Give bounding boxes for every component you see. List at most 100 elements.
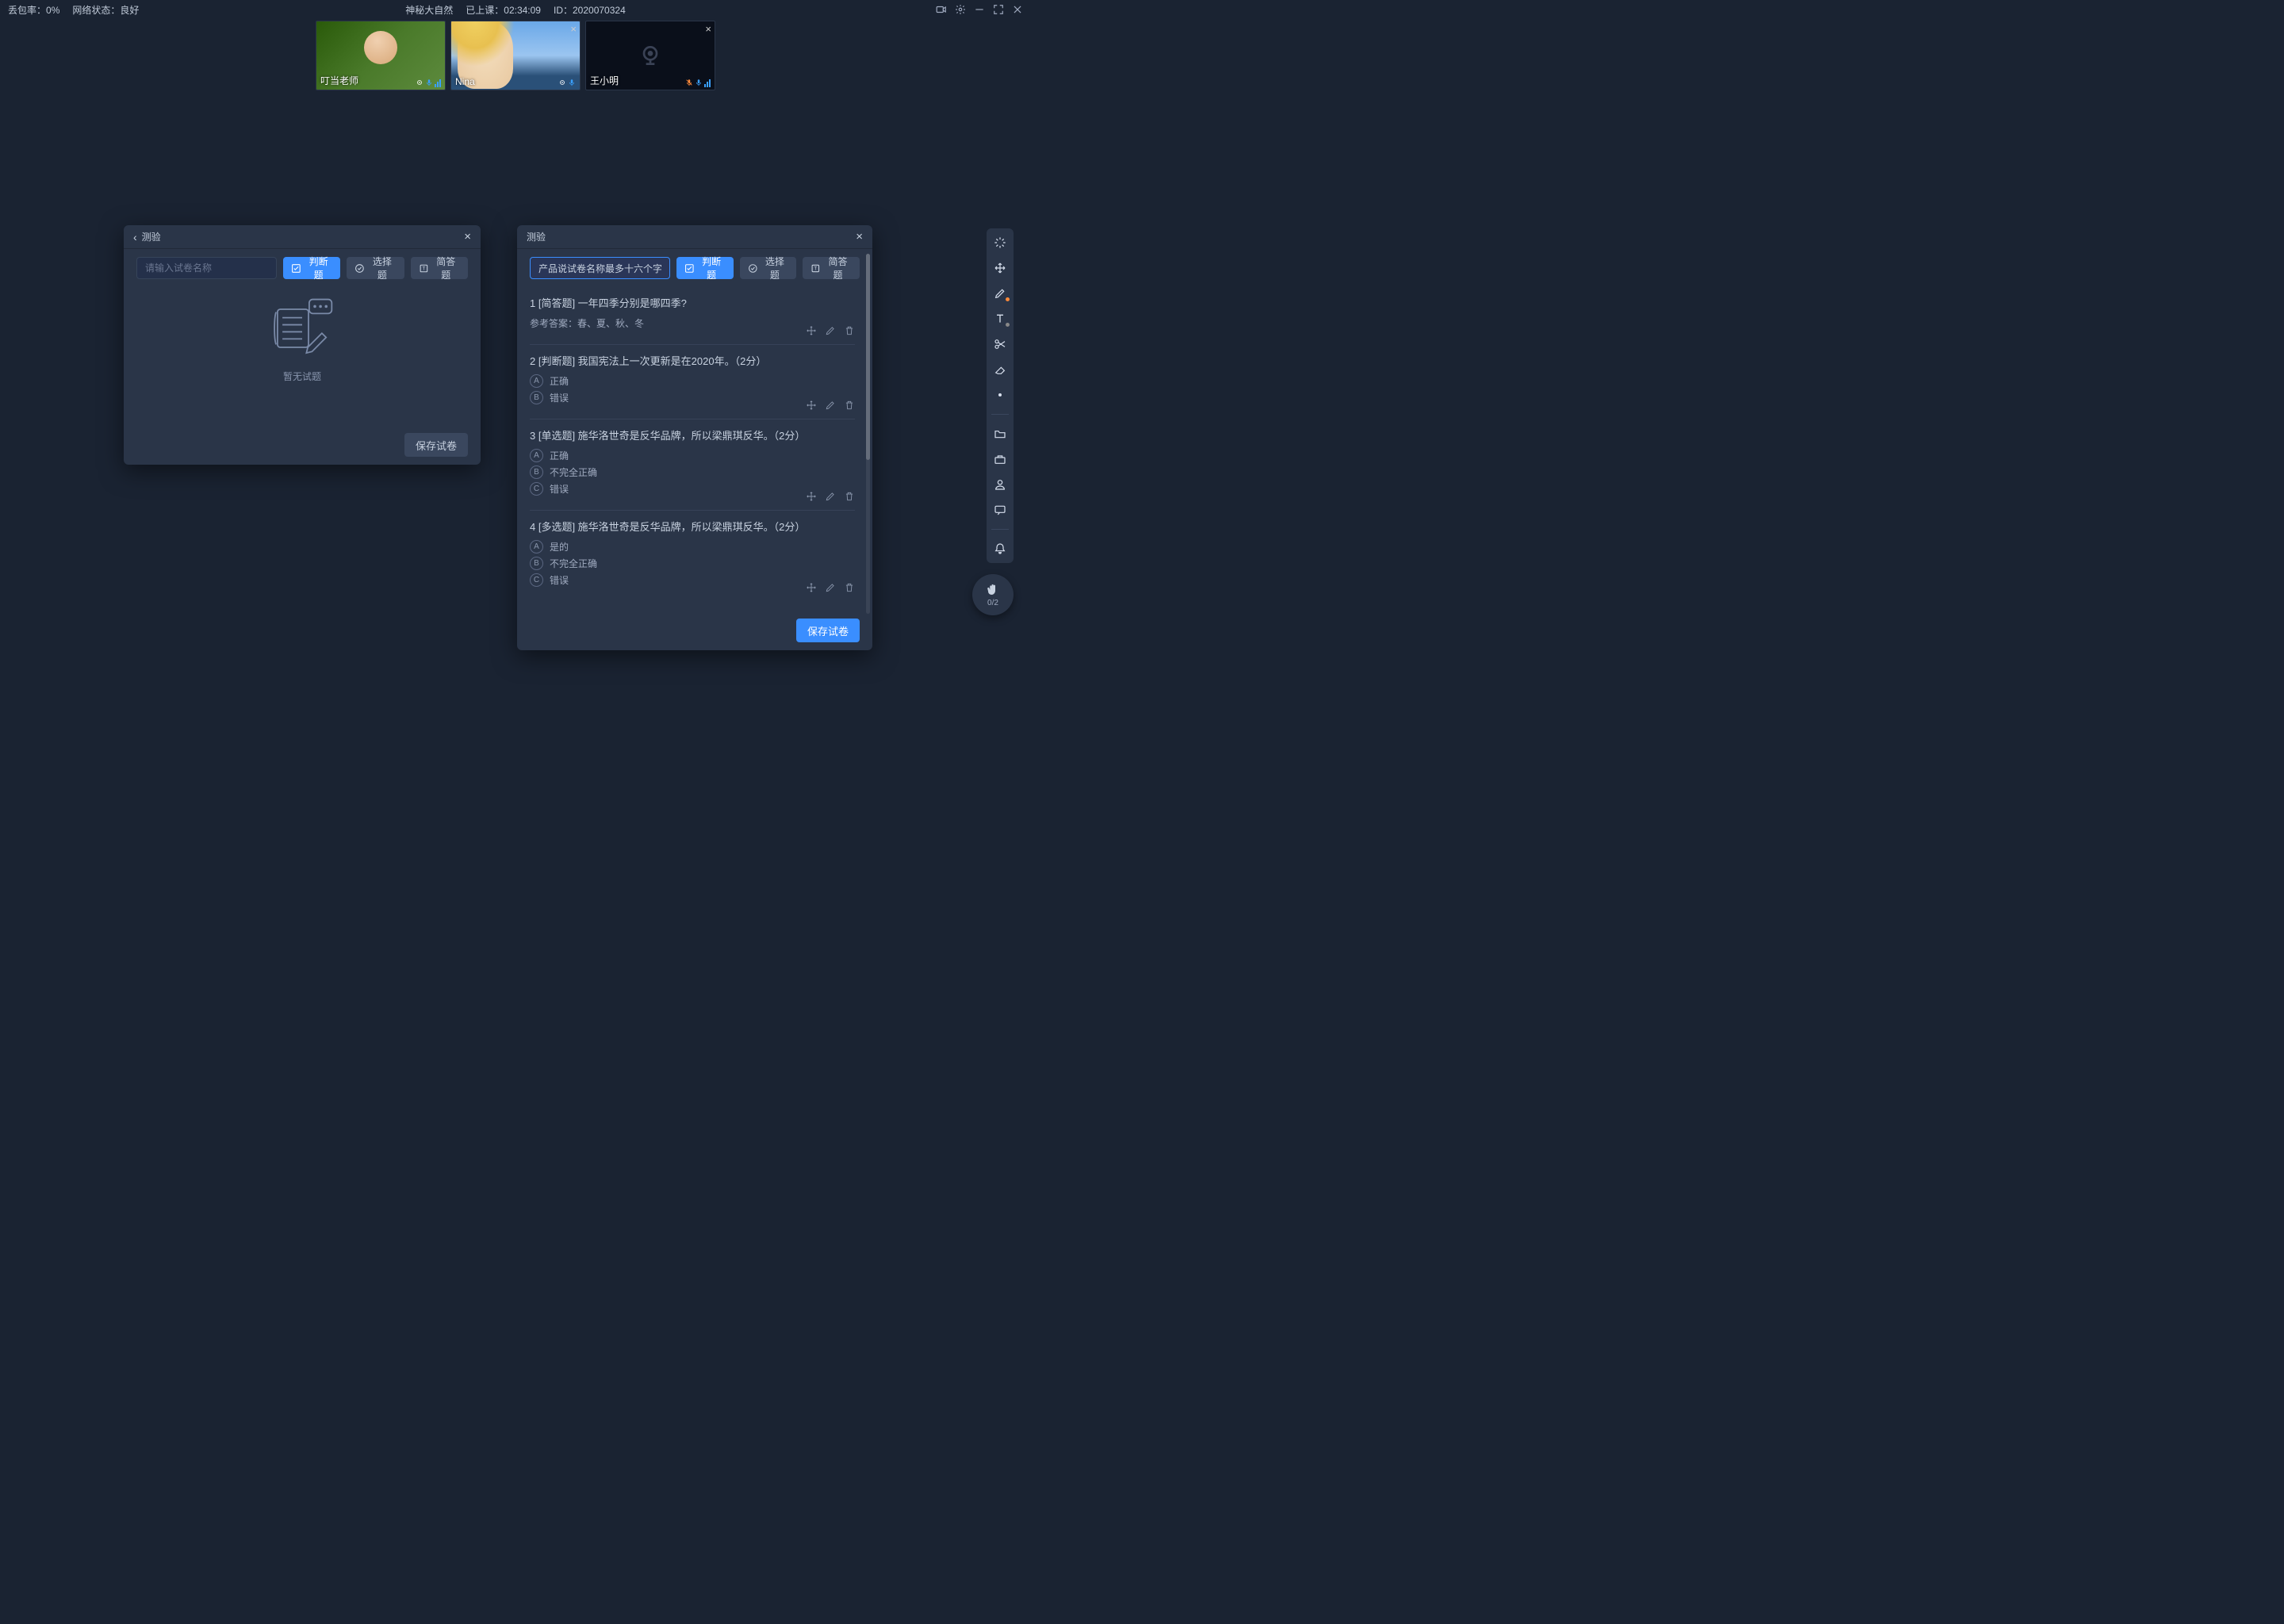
maximize-icon[interactable] (993, 4, 1004, 15)
raised-hands-badge[interactable]: 0/2 (972, 574, 1014, 615)
add-choice-button[interactable]: 选择题 (740, 257, 797, 279)
question-option[interactable]: A正确 (530, 374, 855, 388)
option-text: 错误 (550, 391, 569, 404)
delete-icon[interactable] (844, 582, 855, 593)
video-tile-teacher[interactable]: 叮当老师 (316, 21, 446, 90)
back-chevron-icon[interactable]: ‹ (133, 231, 137, 243)
question-list[interactable]: 1 [简答题] 一年四季分别是哪四季?参考答案：春、夏、秋、冬2 [判断题] 我… (530, 287, 860, 601)
option-text: 是的 (550, 540, 569, 553)
question-option[interactable]: A是的 (530, 540, 855, 553)
panel-header: 测验 × (517, 225, 872, 249)
add-judge-button[interactable]: 判断题 (283, 257, 340, 279)
tool-bell[interactable] (990, 541, 1010, 557)
video-tile-student-2[interactable]: × 王小明 (585, 21, 715, 90)
tool-folder[interactable] (990, 426, 1010, 442)
save-quiz-button[interactable]: 保存试卷 (404, 433, 468, 457)
tool-eraser[interactable] (990, 362, 1010, 377)
move-icon[interactable] (806, 400, 817, 411)
tool-text[interactable] (990, 311, 1010, 327)
empty-text: 暂无试题 (283, 370, 321, 383)
question-actions (806, 491, 855, 502)
panel-title: 测验 (142, 230, 161, 243)
svg-text:T: T (814, 266, 818, 271)
close-icon[interactable]: × (464, 230, 471, 243)
video-strip: 叮当老师 × Nina × 王小明 (0, 19, 1031, 90)
question-actions (806, 582, 855, 593)
tool-move[interactable] (990, 260, 1010, 276)
drawing-toolbar (987, 228, 1014, 563)
question-option[interactable]: B不完全正确 (530, 557, 855, 570)
option-text: 不完全正确 (550, 557, 597, 570)
delete-icon[interactable] (844, 325, 855, 336)
add-choice-button[interactable]: 选择题 (347, 257, 404, 279)
mic-muted-icon (685, 78, 693, 87)
edit-icon[interactable] (825, 582, 836, 593)
scrollbar-thumb[interactable] (866, 254, 870, 460)
tool-chat[interactable] (990, 502, 1010, 518)
network-status: 网络状态：良好 (72, 3, 139, 17)
add-judge-button[interactable]: 判断题 (676, 257, 734, 279)
course-title: 神秘大自然 (405, 3, 453, 17)
tool-toolbox[interactable] (990, 451, 1010, 467)
quiz-editor-empty-panel: ‹ 测验 × 判断题 选择题 T简答题 暂无试题 保存试卷 (124, 225, 481, 465)
save-quiz-button[interactable]: 保存试卷 (796, 619, 860, 642)
packet-loss: 丢包率：0% (8, 3, 59, 17)
question-item: 2 [判断题] 我国宪法上一次更新是在2020年。（2分）A正确B错误 (530, 345, 855, 419)
add-short-button[interactable]: T简答题 (411, 257, 468, 279)
question-title: 1 [简答题] 一年四季分别是哪四季? (530, 295, 855, 310)
video-status (685, 78, 711, 87)
quiz-name-input[interactable] (530, 257, 670, 279)
close-icon[interactable]: × (856, 230, 863, 243)
question-option[interactable]: B不完全正确 (530, 465, 855, 479)
close-window-icon[interactable] (1012, 4, 1023, 15)
delete-icon[interactable] (844, 400, 855, 411)
top-bar: 丢包率：0% 网络状态：良好 神秘大自然 已上课：02:34:09 ID：202… (0, 0, 1031, 19)
video-name: 王小明 (590, 74, 619, 87)
option-letter: B (530, 465, 543, 479)
option-text: 正确 (550, 374, 569, 388)
tool-pen[interactable] (990, 285, 1010, 301)
video-name: 叮当老师 (320, 74, 358, 87)
edit-icon[interactable] (825, 400, 836, 411)
close-video-icon[interactable]: × (570, 23, 577, 35)
edit-icon[interactable] (825, 325, 836, 336)
delete-icon[interactable] (844, 491, 855, 502)
svg-text:T: T (422, 266, 425, 271)
move-icon[interactable] (806, 582, 817, 593)
panel-header: ‹ 测验 × (124, 225, 481, 249)
add-short-button[interactable]: T简答题 (803, 257, 860, 279)
move-icon[interactable] (806, 325, 817, 336)
mic-icon (695, 78, 703, 87)
signal-icon (416, 78, 423, 87)
option-text: 错误 (550, 482, 569, 496)
camera-toggle-icon[interactable] (936, 4, 947, 15)
minimize-icon[interactable] (974, 4, 985, 15)
video-tile-student-1[interactable]: × Nina (450, 21, 581, 90)
session-id: ID：2020070324 (554, 3, 626, 17)
question-option[interactable]: A正确 (530, 449, 855, 462)
quiz-name-input[interactable] (136, 257, 277, 279)
settings-gear-icon[interactable] (955, 4, 966, 15)
edit-icon[interactable] (825, 491, 836, 502)
tool-pointer[interactable] (990, 235, 1010, 251)
mic-icon (568, 78, 576, 87)
option-letter: C (530, 482, 543, 496)
option-letter: B (530, 391, 543, 404)
option-text: 正确 (550, 449, 569, 462)
video-status (416, 78, 441, 87)
option-letter: C (530, 573, 543, 587)
video-name: Nina (455, 76, 475, 87)
panel-title: 测验 (527, 230, 546, 243)
question-actions (806, 400, 855, 411)
hand-icon (986, 583, 1000, 597)
elapsed-time: 已上课：02:34:09 (466, 3, 541, 17)
move-icon[interactable] (806, 491, 817, 502)
volume-bars-icon (704, 79, 711, 87)
tool-laser[interactable] (990, 387, 1010, 403)
mic-icon (425, 78, 433, 87)
tool-scissors[interactable] (990, 336, 1010, 352)
tool-user[interactable] (990, 477, 1010, 492)
raised-hands-count: 0/2 (987, 599, 998, 607)
close-video-icon[interactable]: × (705, 23, 711, 35)
question-list-scrollbar[interactable] (866, 254, 870, 614)
